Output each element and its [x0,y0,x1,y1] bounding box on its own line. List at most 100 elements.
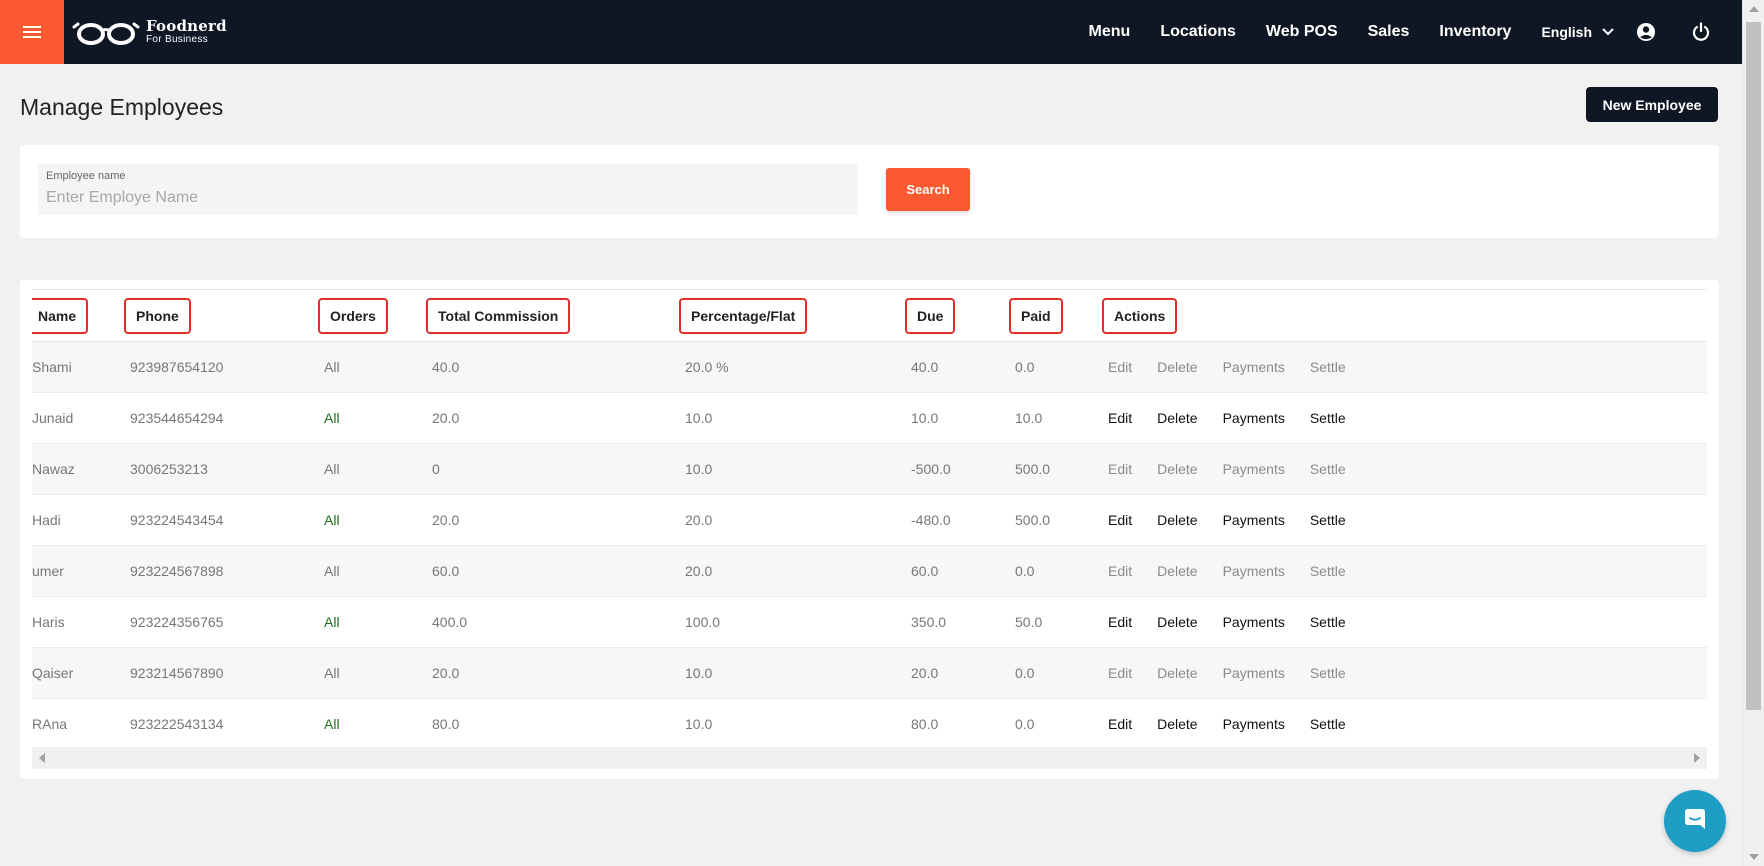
cell-percentage: 10.0 [685,665,713,681]
settle-button[interactable]: Settle [1310,614,1346,630]
chevron-down-icon [1602,28,1614,36]
header-due[interactable]: Due [905,290,1015,342]
scrollbar-thumb[interactable] [1746,22,1761,710]
cell-orders[interactable]: All [324,444,432,495]
cell-commission: 20.0 [432,665,460,681]
cell-paid: 0.0 [1015,665,1035,681]
page-title: Manage Employees [20,94,224,120]
table-scroll-area: Name Phone Orders Total Commission Perce… [32,289,1707,756]
nav-sales[interactable]: Sales [1368,23,1410,41]
cell-name: Junaid [32,410,74,426]
brand-title: Foodnerd [146,17,227,35]
employee-name-field[interactable]: Employee name [38,164,858,215]
scroll-right-icon[interactable] [1694,753,1700,763]
hamburger-menu-button[interactable] [0,0,64,64]
cell-orders[interactable]: All [324,342,432,393]
edit-button[interactable]: Edit [1108,359,1132,375]
search-button[interactable]: Search [886,168,970,211]
settle-button[interactable]: Settle [1310,665,1346,681]
logout-button[interactable] [1692,22,1710,42]
delete-button[interactable]: Delete [1157,563,1197,579]
header-paid[interactable]: Paid [1009,290,1108,342]
nav-menu[interactable]: Menu [1089,23,1131,41]
settle-button[interactable]: Settle [1310,512,1346,528]
header-total-commission[interactable]: Total Commission [426,290,685,342]
delete-button[interactable]: Delete [1157,512,1197,528]
settle-button[interactable]: Settle [1310,461,1346,477]
payments-button[interactable]: Payments [1223,461,1285,477]
delete-button[interactable]: Delete [1157,665,1197,681]
nav-inventory[interactable]: Inventory [1439,23,1511,41]
cell-orders[interactable]: All [324,597,432,648]
settle-button[interactable]: Settle [1310,410,1346,426]
main-nav: Menu Locations Web POS Sales Inventory E… [1089,0,1742,64]
edit-button[interactable]: Edit [1108,614,1132,630]
chat-widget-button[interactable] [1664,790,1726,852]
edit-button[interactable]: Edit [1108,716,1132,732]
settle-button[interactable]: Settle [1310,359,1346,375]
table-header-row: Name Phone Orders Total Commission Perce… [32,289,1707,342]
cell-percentage: 10.0 [685,461,713,477]
cell-orders[interactable]: All [324,648,432,699]
brand-logo[interactable]: Foodnerd For Business [72,18,227,46]
edit-button[interactable]: Edit [1108,563,1132,579]
cell-phone: 923224567898 [130,563,224,579]
scroll-down-icon[interactable] [1749,854,1759,860]
scroll-up-icon[interactable] [1749,6,1759,12]
cell-name: Hadi [32,512,61,528]
cell-name: Qaiser [32,665,74,681]
edit-button[interactable]: Edit [1108,665,1132,681]
page-vertical-scrollbar[interactable] [1742,0,1764,866]
cell-due: -480.0 [911,512,951,528]
edit-button[interactable]: Edit [1108,410,1132,426]
search-card: Employee name Search [20,145,1719,238]
cell-phone: 923222543134 [130,716,224,732]
cell-phone: 923214567890 [130,665,224,681]
glasses-logo-icon [72,22,140,45]
settle-button[interactable]: Settle [1310,563,1346,579]
cell-orders[interactable]: All [324,495,432,546]
table-row: Shami 923987654120 All 40.0 20.0 % 40.0 … [32,341,1707,393]
payments-button[interactable]: Payments [1223,665,1285,681]
cell-name: RAna [32,716,68,732]
payments-button[interactable]: Payments [1223,359,1285,375]
cell-paid: 0.0 [1015,563,1035,579]
payments-button[interactable]: Payments [1223,563,1285,579]
payments-button[interactable]: Payments [1223,716,1285,732]
delete-button[interactable]: Delete [1157,716,1197,732]
header-actions: Actions [1102,290,1707,342]
payments-button[interactable]: Payments [1223,410,1285,426]
payments-button[interactable]: Payments [1223,512,1285,528]
account-button[interactable] [1636,22,1656,42]
header-phone[interactable]: Phone [124,290,324,342]
cell-commission: 80.0 [432,716,460,732]
delete-button[interactable]: Delete [1157,614,1197,630]
employee-name-input[interactable] [46,186,836,210]
cell-orders[interactable]: All [324,546,432,597]
nav-web-pos[interactable]: Web POS [1266,23,1338,41]
language-selector[interactable]: English [1541,24,1614,40]
payments-button[interactable]: Payments [1223,614,1285,630]
nav-locations[interactable]: Locations [1160,23,1236,41]
settle-button[interactable]: Settle [1310,716,1346,732]
header-name[interactable]: Name [32,290,130,342]
header-percentage-flat[interactable]: Percentage/Flat [679,290,911,342]
delete-button[interactable]: Delete [1157,461,1197,477]
edit-button[interactable]: Edit [1108,512,1132,528]
power-icon [1692,22,1710,41]
cell-actions: Edit Delete Payments Settle [1108,597,1707,648]
edit-button[interactable]: Edit [1108,461,1132,477]
cell-paid: 0.0 [1015,716,1035,732]
cell-percentage: 20.0 % [685,359,729,375]
new-employee-button[interactable]: New Employee [1586,87,1718,122]
header-orders[interactable]: Orders [318,290,432,342]
cell-orders[interactable]: All [324,393,432,444]
delete-button[interactable]: Delete [1157,410,1197,426]
cell-paid: 500.0 [1015,461,1051,477]
cell-orders[interactable]: All [324,699,432,750]
scroll-left-icon[interactable] [39,753,45,763]
cell-phone: 923224356765 [130,614,224,630]
table-horizontal-scrollbar[interactable] [32,747,1707,769]
cell-commission: 20.0 [432,410,460,426]
delete-button[interactable]: Delete [1157,359,1197,375]
